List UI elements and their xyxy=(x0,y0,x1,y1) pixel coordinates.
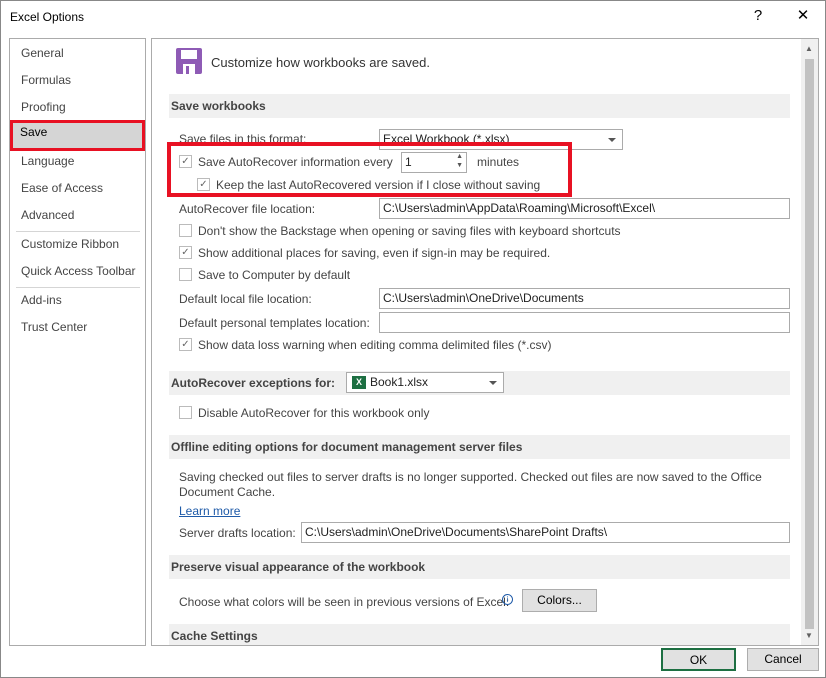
excel-icon: X xyxy=(352,376,366,390)
nav-general[interactable]: General xyxy=(11,41,144,66)
keep-last-label: Keep the last AutoRecovered version if I… xyxy=(216,178,541,192)
chevron-down-icon xyxy=(608,138,616,142)
templates-location-input[interactable] xyxy=(379,312,790,333)
info-icon: i xyxy=(502,594,513,605)
content-panel: Customize how workbooks are saved. Save … xyxy=(151,38,819,646)
save-floppy-icon xyxy=(176,48,202,74)
nav-advanced[interactable]: Advanced xyxy=(11,203,144,228)
drafts-location-label: Server drafts location: xyxy=(179,526,296,540)
nav-customize-ribbon[interactable]: Customize Ribbon xyxy=(11,232,144,257)
section-cache-settings: Cache Settings xyxy=(169,624,790,645)
vertical-scrollbar[interactable]: ▲ ▼ xyxy=(801,39,818,645)
nav-language[interactable]: Language xyxy=(11,149,144,174)
autorecover-checkbox[interactable]: ✓ xyxy=(179,155,192,168)
nav-formulas[interactable]: Formulas xyxy=(11,68,144,93)
additional-places-checkbox[interactable]: ✓ xyxy=(179,246,192,259)
colors-button[interactable]: Colors... xyxy=(522,589,597,612)
minutes-value: 1 xyxy=(405,155,412,169)
disable-autorecover-label: Disable AutoRecover for this workbook on… xyxy=(198,406,430,420)
page-title: Customize how workbooks are saved. xyxy=(211,55,430,70)
workbook-value: Book1.xlsx xyxy=(370,375,429,389)
disable-autorecover-checkbox[interactable] xyxy=(179,406,192,419)
minutes-label: minutes xyxy=(477,155,520,169)
nav-quick-access-toolbar[interactable]: Quick Access Toolbar xyxy=(11,259,144,284)
save-to-computer-label: Save to Computer by default xyxy=(198,268,351,282)
nav-save[interactable]: Save xyxy=(10,120,145,151)
spinner-arrows-icon[interactable]: ▲ ▼ xyxy=(456,153,463,170)
section-save-workbooks: Save workbooks xyxy=(169,94,790,118)
templates-location-label: Default personal templates location: xyxy=(179,316,370,330)
cancel-button[interactable]: Cancel xyxy=(747,648,819,671)
exceptions-heading: AutoRecover exceptions for: xyxy=(171,376,336,390)
section-preserve-appearance: Preserve visual appearance of the workbo… xyxy=(169,555,790,579)
excel-options-dialog: Excel Options ? ✕ General Formulas Proof… xyxy=(0,0,826,678)
autorecover-label: Save AutoRecover information every xyxy=(198,155,393,169)
close-button[interactable]: ✕ xyxy=(791,5,815,27)
minutes-spinner[interactable]: 1 ▲ ▼ xyxy=(401,152,467,173)
nav-trust-center[interactable]: Trust Center xyxy=(11,315,144,340)
learn-more-link[interactable]: Learn more xyxy=(179,504,240,518)
scroll-up-icon[interactable]: ▲ xyxy=(805,44,813,53)
keep-last-checkbox[interactable]: ✓ xyxy=(197,178,210,191)
csv-warning-label: Show data loss warning when editing comm… xyxy=(198,338,552,352)
ok-button[interactable]: OK xyxy=(661,648,736,671)
section-offline-editing: Offline editing options for document man… xyxy=(169,435,790,459)
scroll-thumb[interactable] xyxy=(805,59,814,629)
nav-proofing[interactable]: Proofing xyxy=(11,95,144,120)
nav-add-ins[interactable]: Add-ins xyxy=(11,288,144,313)
scroll-down-icon[interactable]: ▼ xyxy=(805,631,813,640)
workbook-dropdown[interactable]: X Book1.xlsx xyxy=(346,372,504,393)
colors-label: Choose what colors will be seen in previ… xyxy=(179,595,510,609)
drafts-location-input[interactable]: C:\Users\admin\OneDrive\Documents\ShareP… xyxy=(301,522,790,543)
local-location-label: Default local file location: xyxy=(179,292,312,306)
backstage-label: Don't show the Backstage when opening or… xyxy=(198,224,621,238)
chevron-down-icon xyxy=(489,381,497,385)
additional-places-label: Show additional places for saving, even … xyxy=(198,246,551,260)
save-to-computer-checkbox[interactable] xyxy=(179,268,192,281)
backstage-checkbox[interactable] xyxy=(179,224,192,237)
ar-location-label: AutoRecover file location: xyxy=(179,202,316,216)
csv-warning-checkbox[interactable]: ✓ xyxy=(179,338,192,351)
window-title: Excel Options xyxy=(10,10,85,24)
offline-text: Saving checked out files to server draft… xyxy=(179,470,762,499)
nav-ease-of-access[interactable]: Ease of Access xyxy=(11,176,144,201)
local-location-input[interactable]: C:\Users\admin\OneDrive\Documents xyxy=(379,288,790,309)
help-button[interactable]: ? xyxy=(746,5,770,27)
nav-sidebar: General Formulas Proofing Save Language … xyxy=(9,38,146,646)
ar-location-input[interactable]: C:\Users\admin\AppData\Roaming\Microsoft… xyxy=(379,198,790,219)
